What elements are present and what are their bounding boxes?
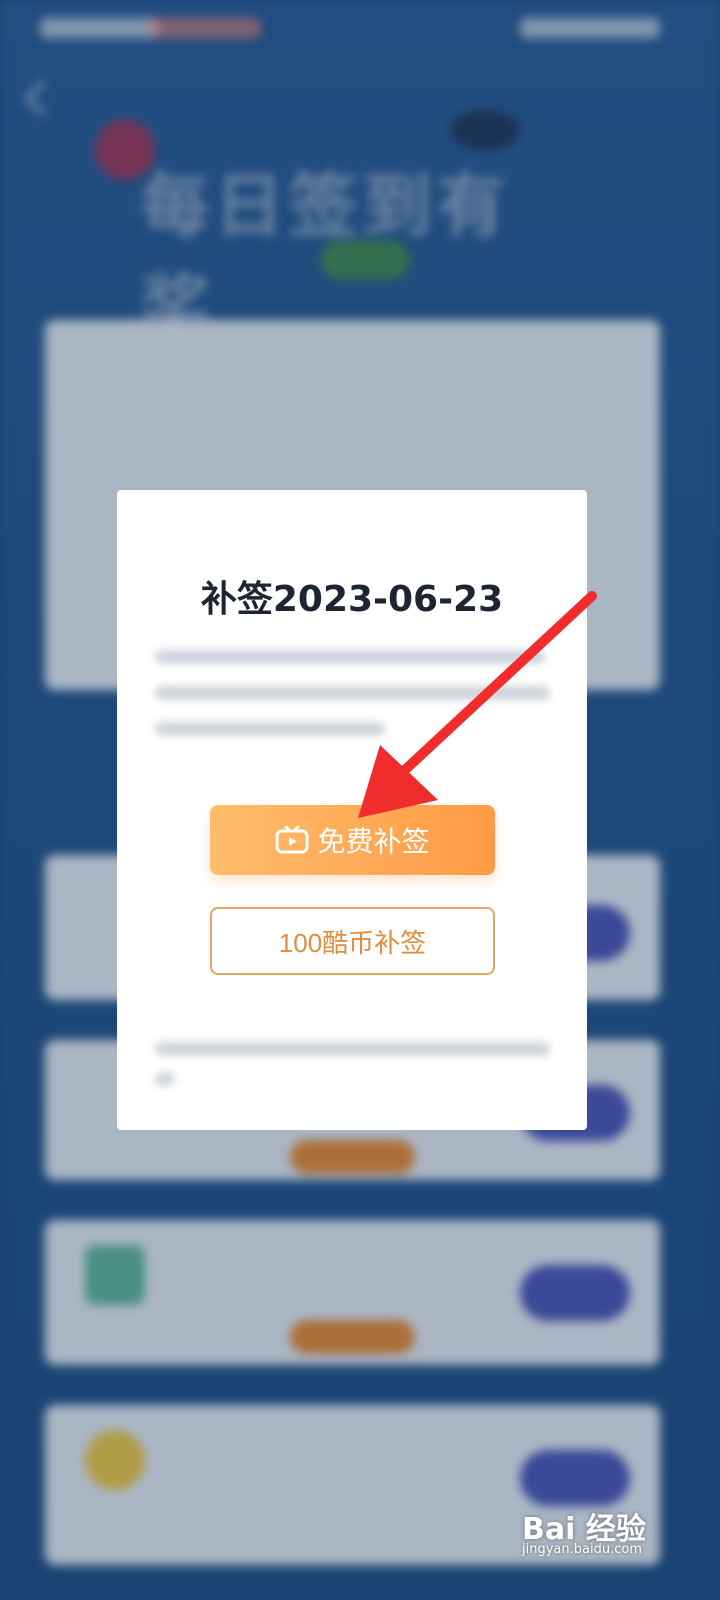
baidu-jingyan-watermark: Bai 经验 jingyan.baidu.com bbox=[522, 1500, 692, 1560]
dialog-footnote bbox=[155, 1072, 175, 1086]
dialog-description bbox=[155, 686, 550, 700]
free-makeup-button[interactable]: 免费补签 bbox=[210, 805, 495, 875]
dialog-title: 补签2023-06-23 bbox=[200, 579, 504, 620]
coin-makeup-button[interactable]: 100酷币补签 bbox=[210, 907, 495, 975]
video-ad-icon bbox=[275, 826, 309, 854]
makeup-signin-dialog: 补签2023-06-23 免费补签 100酷币补签 bbox=[117, 490, 587, 1130]
coin-makeup-label: 100酷币补签 bbox=[278, 927, 427, 958]
dialog-footnote bbox=[155, 1042, 550, 1056]
watermark-site: jingyan.baidu.com bbox=[522, 1542, 642, 1557]
free-makeup-label: 免费补签 bbox=[317, 826, 430, 857]
dialog-description bbox=[155, 650, 545, 664]
dialog-description bbox=[155, 722, 385, 736]
